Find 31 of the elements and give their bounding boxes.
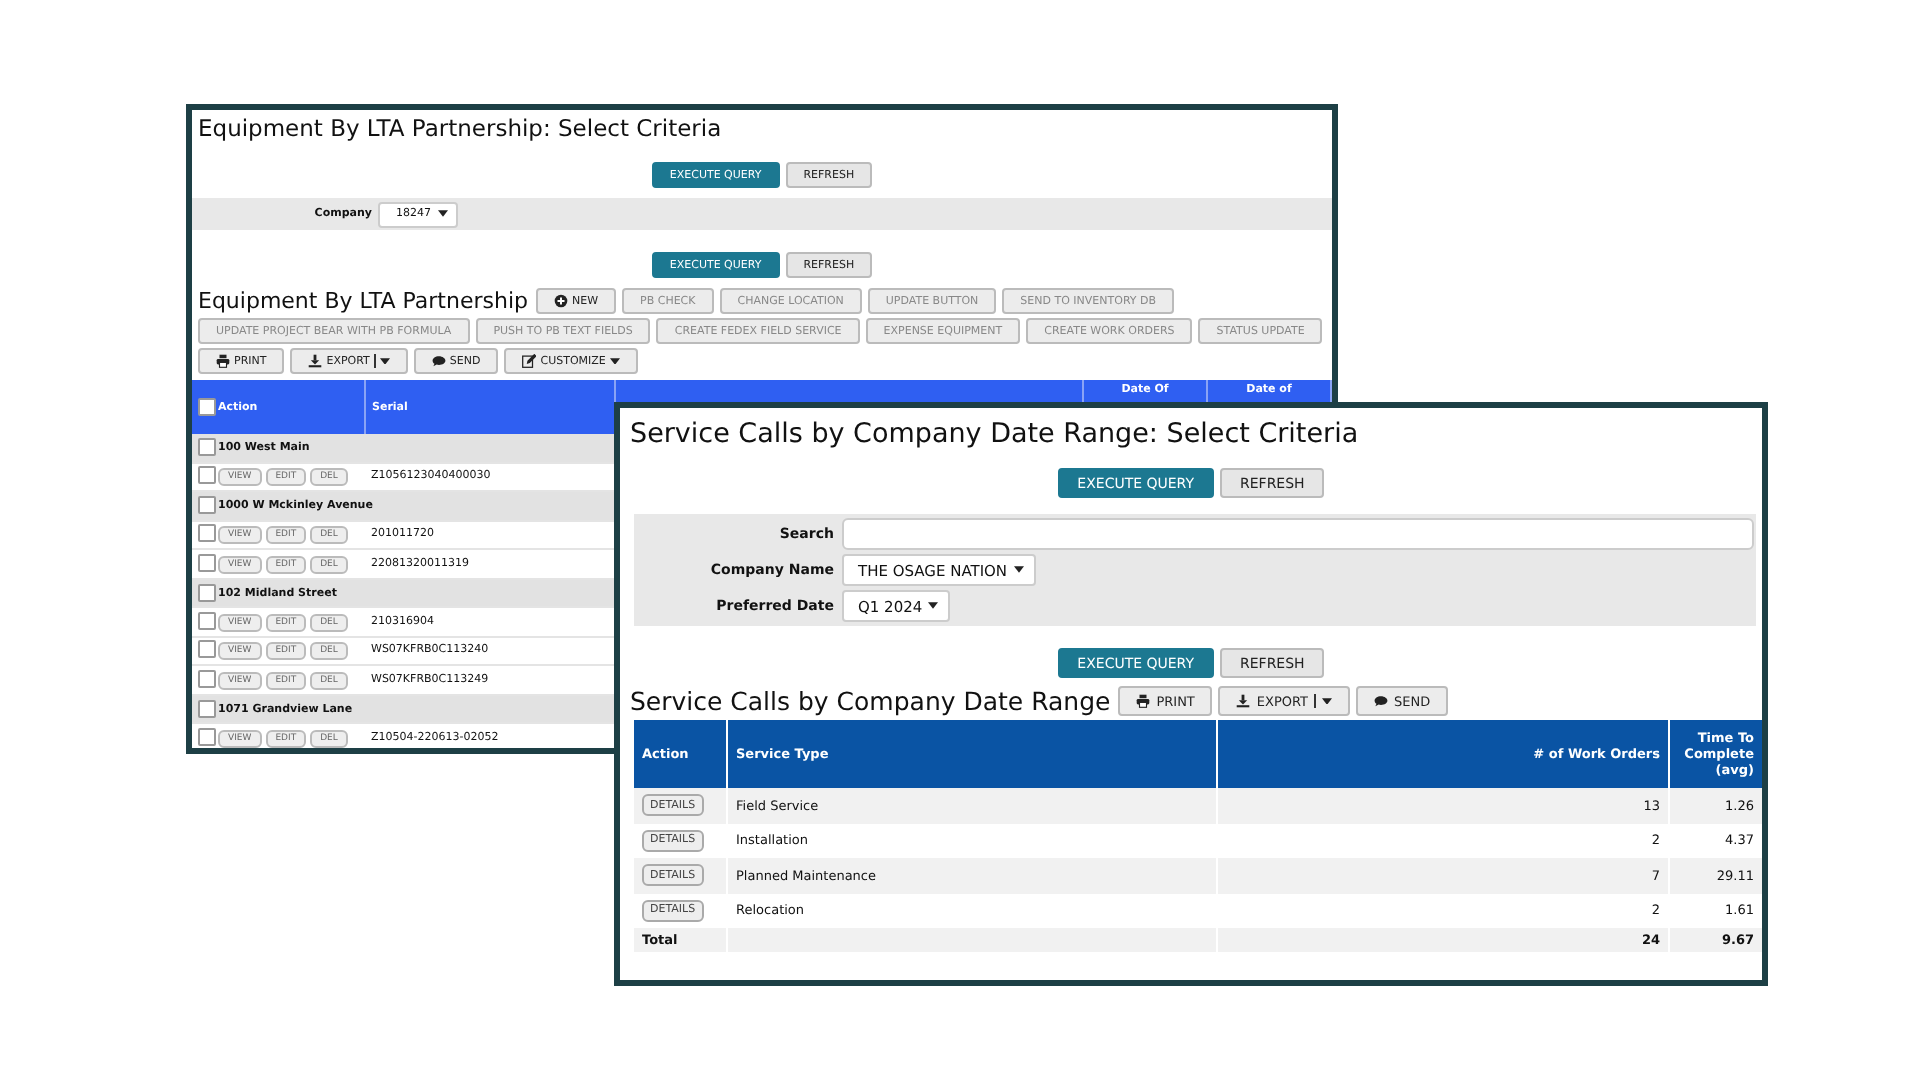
window-title: Equipment By LTA Partnership: Select Criteria	[196, 112, 724, 146]
caret-icon	[928, 602, 939, 610]
download-icon	[308, 354, 323, 368]
checkbox[interactable]	[198, 553, 216, 572]
window-title: Service Calls by Company Date Range: Select Criteria	[628, 416, 1361, 450]
report-title: Service Calls by Company Date Range	[630, 686, 1111, 716]
caret-icon	[437, 210, 447, 218]
caret-icon	[609, 357, 620, 365]
checkbox[interactable]	[198, 699, 216, 718]
download-icon	[1236, 694, 1251, 708]
checkbox[interactable]	[198, 438, 216, 457]
plus-circle-icon	[553, 294, 568, 308]
checkbox[interactable]	[198, 640, 216, 659]
caret-icon	[1013, 566, 1024, 574]
edit-icon	[522, 354, 537, 368]
checkbox[interactable]	[198, 611, 216, 630]
checkbox[interactable]	[198, 669, 216, 688]
printer-icon	[216, 354, 230, 368]
checkbox[interactable]	[198, 496, 216, 515]
caret-icon	[379, 357, 390, 365]
speech-bubble-icon	[431, 354, 446, 368]
checkbox[interactable]	[198, 524, 216, 543]
printer-icon	[1136, 694, 1151, 708]
checkbox[interactable]	[198, 583, 216, 602]
search-field[interactable]	[842, 518, 1754, 550]
speech-bubble-icon	[1374, 694, 1389, 708]
caret-icon	[1322, 697, 1333, 705]
checkbox[interactable]	[198, 466, 216, 485]
report-title: Equipment By LTA Partnership	[198, 288, 528, 314]
checkbox[interactable]	[198, 727, 216, 746]
checkbox[interactable]	[198, 398, 216, 416]
